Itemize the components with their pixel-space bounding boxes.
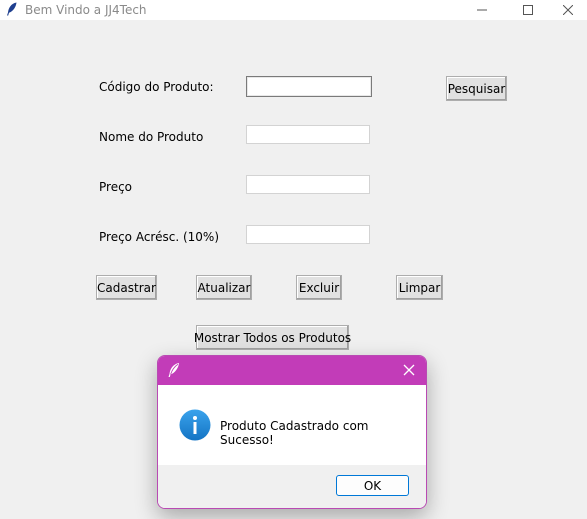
minimize-icon xyxy=(477,9,487,11)
codigo-produto-label: Código do Produto: xyxy=(99,80,214,94)
minimize-button[interactable] xyxy=(459,0,505,20)
pesquisar-button[interactable]: Pesquisar xyxy=(446,76,507,101)
dialog-titlebar xyxy=(158,356,426,385)
dialog-body: Produto Cadastrado com Sucesso! xyxy=(158,385,426,465)
ok-button[interactable]: OK xyxy=(336,475,409,496)
feather-icon xyxy=(168,363,179,377)
excluir-button[interactable]: Excluir xyxy=(296,275,342,300)
codigo-produto-input[interactable] xyxy=(246,76,372,97)
window-titlebar: Bem Vindo a JJ4Tech xyxy=(0,0,587,20)
mostrar-todos-button[interactable]: Mostrar Todos os Produtos xyxy=(194,325,351,350)
preco-label: Preço xyxy=(99,180,133,194)
cadastrar-button[interactable]: Cadastrar xyxy=(96,275,157,300)
preco-acresc-input[interactable] xyxy=(246,225,370,244)
maximize-icon xyxy=(523,5,533,15)
window-title: Bem Vindo a JJ4Tech xyxy=(25,3,147,17)
close-icon xyxy=(563,5,573,15)
limpar-button[interactable]: Limpar xyxy=(396,275,443,300)
info-icon xyxy=(179,409,211,441)
dialog-footer: OK xyxy=(158,465,426,508)
dialog-message: Produto Cadastrado com Sucesso! xyxy=(220,419,369,447)
close-icon[interactable] xyxy=(402,363,416,377)
close-button[interactable] xyxy=(545,0,587,20)
atualizar-button[interactable]: Atualizar xyxy=(196,275,252,300)
info-dialog: Produto Cadastrado com Sucesso! OK xyxy=(157,355,427,509)
feather-icon xyxy=(7,2,17,16)
nome-produto-label: Nome do Produto xyxy=(99,130,204,144)
preco-acresc-label: Preço Acrésc. (10%) xyxy=(99,230,219,244)
preco-input[interactable] xyxy=(246,175,370,194)
nome-produto-input[interactable] xyxy=(246,125,370,144)
